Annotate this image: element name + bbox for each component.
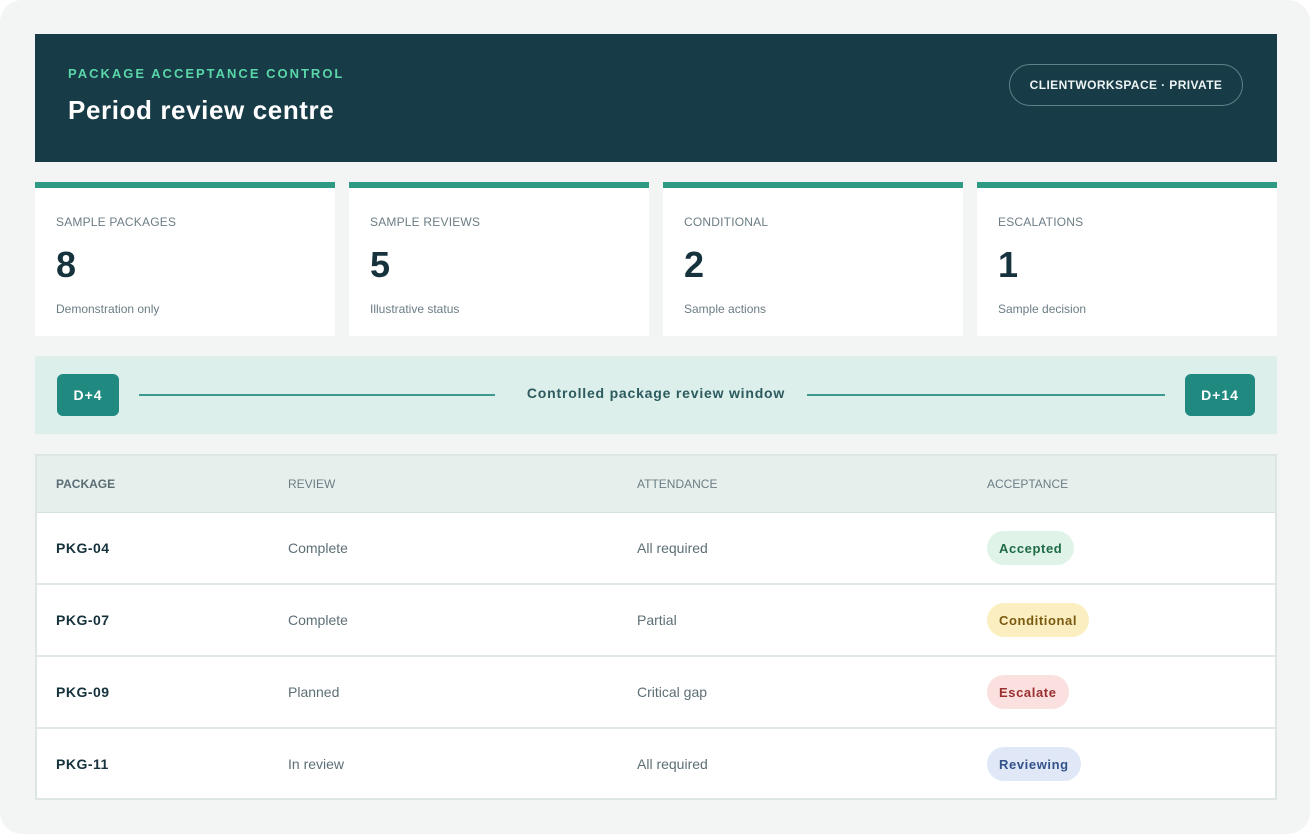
page-kicker: PACKAGE ACCEPTANCE CONTROL bbox=[68, 66, 345, 81]
stat-card-sample-packages: SAMPLE PACKAGES 8 Demonstration only bbox=[35, 182, 335, 336]
stat-card-conditional: CONDITIONAL 2 Sample actions bbox=[663, 182, 963, 336]
stat-note: Demonstration only bbox=[56, 302, 160, 316]
table-row[interactable]: PKG-07 Complete Partial Conditional bbox=[37, 585, 1275, 657]
attendance-status: Critical gap bbox=[637, 684, 708, 700]
stat-note: Illustrative status bbox=[370, 302, 460, 316]
stat-value: 1 bbox=[998, 244, 1019, 285]
package-id: PKG-11 bbox=[56, 756, 109, 772]
review-status: Complete bbox=[288, 612, 348, 628]
timeline-line-right bbox=[807, 394, 1165, 396]
stat-card-sample-reviews: SAMPLE REVIEWS 5 Illustrative status bbox=[349, 182, 649, 336]
status-badge: Reviewing bbox=[987, 747, 1081, 781]
stat-label: SAMPLE REVIEWS bbox=[370, 215, 481, 229]
package-id: PKG-07 bbox=[56, 612, 110, 628]
stat-value: 5 bbox=[370, 244, 391, 285]
stats-row: SAMPLE PACKAGES 8 Demonstration only SAM… bbox=[35, 182, 1277, 336]
stat-card-escalations: ESCALATIONS 1 Sample decision bbox=[977, 182, 1277, 336]
status-badge: Accepted bbox=[987, 531, 1075, 565]
table-row[interactable]: PKG-04 Complete All required Accepted bbox=[37, 513, 1275, 585]
stat-value: 2 bbox=[684, 244, 705, 285]
workspace-badge[interactable]: CLIENTWORKSPACE · PRIVATE bbox=[1009, 64, 1243, 106]
stat-note: Sample actions bbox=[684, 302, 767, 316]
package-id: PKG-04 bbox=[56, 540, 110, 556]
table-header: PACKAGE REVIEW ATTENDANCE ACCEPTANCE bbox=[37, 456, 1275, 513]
stat-value: 8 bbox=[56, 244, 77, 285]
attendance-status: All required bbox=[637, 756, 708, 772]
stat-note: Sample decision bbox=[998, 302, 1087, 316]
window-end-marker[interactable]: D+14 bbox=[1185, 374, 1255, 416]
page-title: Period review centre bbox=[68, 95, 335, 125]
review-status: Complete bbox=[288, 540, 348, 556]
column-header-attendance[interactable]: ATTENDANCE bbox=[637, 477, 717, 491]
column-header-package[interactable]: PACKAGE bbox=[56, 477, 115, 491]
column-header-review[interactable]: REVIEW bbox=[288, 477, 335, 491]
review-status: Planned bbox=[288, 684, 340, 700]
app-frame: PACKAGE ACCEPTANCE CONTROL Period review… bbox=[0, 0, 1310, 834]
review-status: In review bbox=[288, 756, 345, 772]
status-badge: Conditional bbox=[987, 603, 1090, 637]
status-badge: Escalate bbox=[987, 675, 1069, 709]
window-label: Controlled package review window bbox=[526, 385, 786, 401]
package-table: PACKAGE REVIEW ATTENDANCE ACCEPTANCE PKG… bbox=[35, 454, 1277, 800]
stat-label: ESCALATIONS bbox=[998, 215, 1084, 229]
stat-label: SAMPLE PACKAGES bbox=[56, 215, 177, 229]
stat-label: CONDITIONAL bbox=[684, 215, 769, 229]
column-header-acceptance[interactable]: ACCEPTANCE bbox=[987, 477, 1068, 491]
review-window-timeline: D+4 Controlled package review window D+1… bbox=[35, 356, 1277, 434]
attendance-status: Partial bbox=[637, 612, 677, 628]
table-row[interactable]: PKG-11 In review All required Reviewing bbox=[37, 729, 1275, 801]
page-header: PACKAGE ACCEPTANCE CONTROL Period review… bbox=[35, 34, 1277, 162]
table-row[interactable]: PKG-09 Planned Critical gap Escalate bbox=[37, 657, 1275, 729]
attendance-status: All required bbox=[637, 540, 708, 556]
package-id: PKG-09 bbox=[56, 684, 110, 700]
